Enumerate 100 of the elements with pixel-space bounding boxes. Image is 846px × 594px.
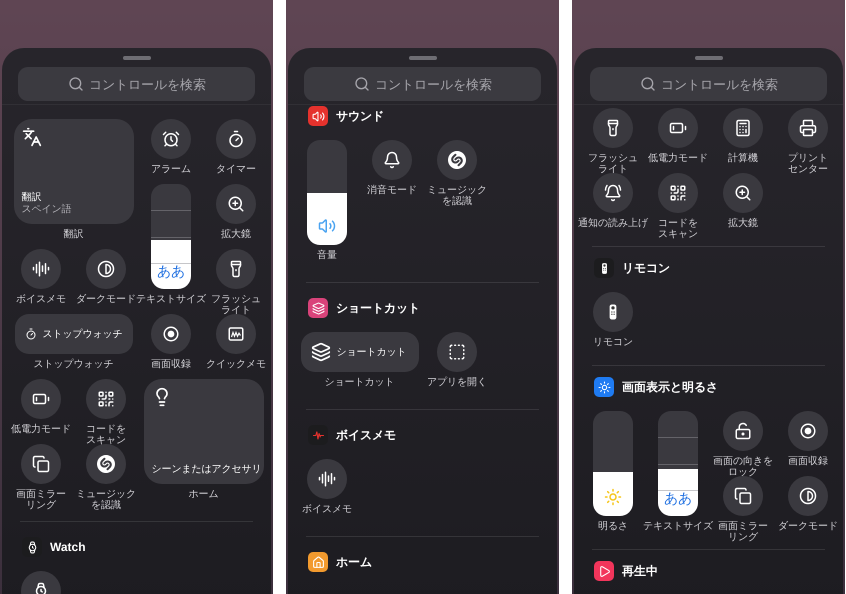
bell-icon [383,151,401,169]
sun-icon [604,488,622,506]
s-logo-icon [448,151,466,169]
magnifier-plus-icon [227,195,245,213]
waveform-icon [32,260,50,278]
control-label: ストップウォッチ [34,359,114,370]
control-label: リモコン [593,337,633,348]
qr-code-icon [97,390,115,408]
control-label: ミュージックを認識 [75,489,137,511]
control-button[interactable]: ストップウォッチ [14,314,132,354]
control-button[interactable] [788,411,828,451]
speech-bubbles-icon [22,127,42,147]
magnifier-plus-icon [734,184,752,202]
control-label: コードをスキャン [657,218,699,240]
section-title: ショートカット [336,300,420,317]
dashed-square-icon [448,343,466,361]
search-icon [354,76,370,92]
sheet-handle[interactable] [122,56,150,60]
control-button[interactable] [723,476,763,516]
control-label: 計算機 [728,153,758,164]
control-button[interactable] [86,249,126,289]
control-button[interactable] [593,108,633,148]
control-button[interactable] [21,379,61,419]
control-button[interactable] [723,173,763,213]
control-button[interactable] [723,411,763,451]
control-label: 通知の読み上げ [578,218,648,229]
control-button[interactable] [788,476,828,516]
control-button[interactable] [86,379,126,419]
control-label: 画面ミラーリング [717,521,769,543]
control-button[interactable] [658,108,698,148]
tile-title: 翻訳 [22,192,42,204]
control-button[interactable] [593,292,633,332]
waveform-icon [318,470,336,488]
calculator-icon [734,119,752,137]
control-label: 低電力モード [11,424,71,435]
search-field[interactable]: コントロールを検索 [18,67,255,101]
control-label: 消音モード [367,185,417,196]
search-icon [640,76,656,92]
control-button[interactable] [216,184,256,224]
overlapping-screens-icon [734,487,752,505]
sheet-handle[interactable] [694,56,722,60]
control-label: 画面収録 [151,359,191,370]
vertical-slider[interactable] [593,411,633,516]
control-label: ダークモード [778,521,838,532]
sheet-handle[interactable] [408,56,436,60]
overlapping-screens-icon [32,455,50,473]
search-field[interactable]: コントロールを検索 [590,67,827,101]
control-label: フラッシュライト [210,294,262,316]
vertical-slider[interactable]: ああ [658,411,698,516]
control-button[interactable] [86,444,126,484]
text-size-sample: ああ [663,490,693,506]
control-tile[interactable]: 翻訳 スペイン語 [14,119,134,224]
control-label: アラーム [151,164,191,175]
control-button[interactable] [216,249,256,289]
control-label: 音量 [317,250,337,261]
section-title: Watch [50,539,86,556]
unlocked-padlock-icon [734,422,752,440]
control-label: 画面収録 [788,456,828,467]
control-label: ダークモード [76,294,136,305]
timer-icon [227,130,245,148]
control-label: ショートカット [324,377,394,388]
scribble-note-icon [227,325,245,343]
control-button[interactable] [437,140,477,180]
control-label: ホーム [188,489,218,500]
control-label: アプリを開く [427,377,487,388]
control-button[interactable] [307,459,347,499]
control-button[interactable] [151,119,191,159]
control-tile[interactable]: シーンまたはアクセサリ [144,379,264,484]
control-button[interactable] [788,108,828,148]
text-size-sample: ああ [156,263,186,279]
control-button[interactable]: ショートカット [300,332,418,372]
control-label: ボイスメモ [302,504,352,515]
control-button[interactable] [723,108,763,148]
section-title: ボイスメモ [336,427,396,444]
control-button[interactable] [21,444,61,484]
section-title: 再生中 [622,563,658,580]
control-label: 明るさ [598,521,628,532]
control-label: クイックメモ [206,359,266,370]
control-label: コードをスキャン [85,424,127,446]
tile-subtitle: スペイン語 [22,204,72,216]
control-button[interactable] [151,314,191,354]
vertical-slider[interactable]: ああ [151,184,191,289]
qr-code-icon [669,184,687,202]
control-button[interactable] [593,173,633,213]
control-label: フラッシュライト [587,153,639,175]
control-button[interactable] [658,173,698,213]
control-button[interactable] [216,119,256,159]
control-label: 画面ミラーリング [15,489,67,511]
section-title: 画面表示と明るさ [622,379,718,396]
control-label: ミュージックを認識 [426,185,488,207]
control-button[interactable] [437,332,477,372]
control-button[interactable] [21,249,61,289]
layers-icon [310,342,330,362]
vertical-slider[interactable] [307,140,347,245]
search-field[interactable]: コントロールを検索 [304,67,541,101]
control-button[interactable] [372,140,412,180]
control-label: ボイスメモ [16,294,66,305]
speaker-icon [318,217,336,235]
alarm-clock-icon [162,130,180,148]
control-button[interactable] [216,314,256,354]
